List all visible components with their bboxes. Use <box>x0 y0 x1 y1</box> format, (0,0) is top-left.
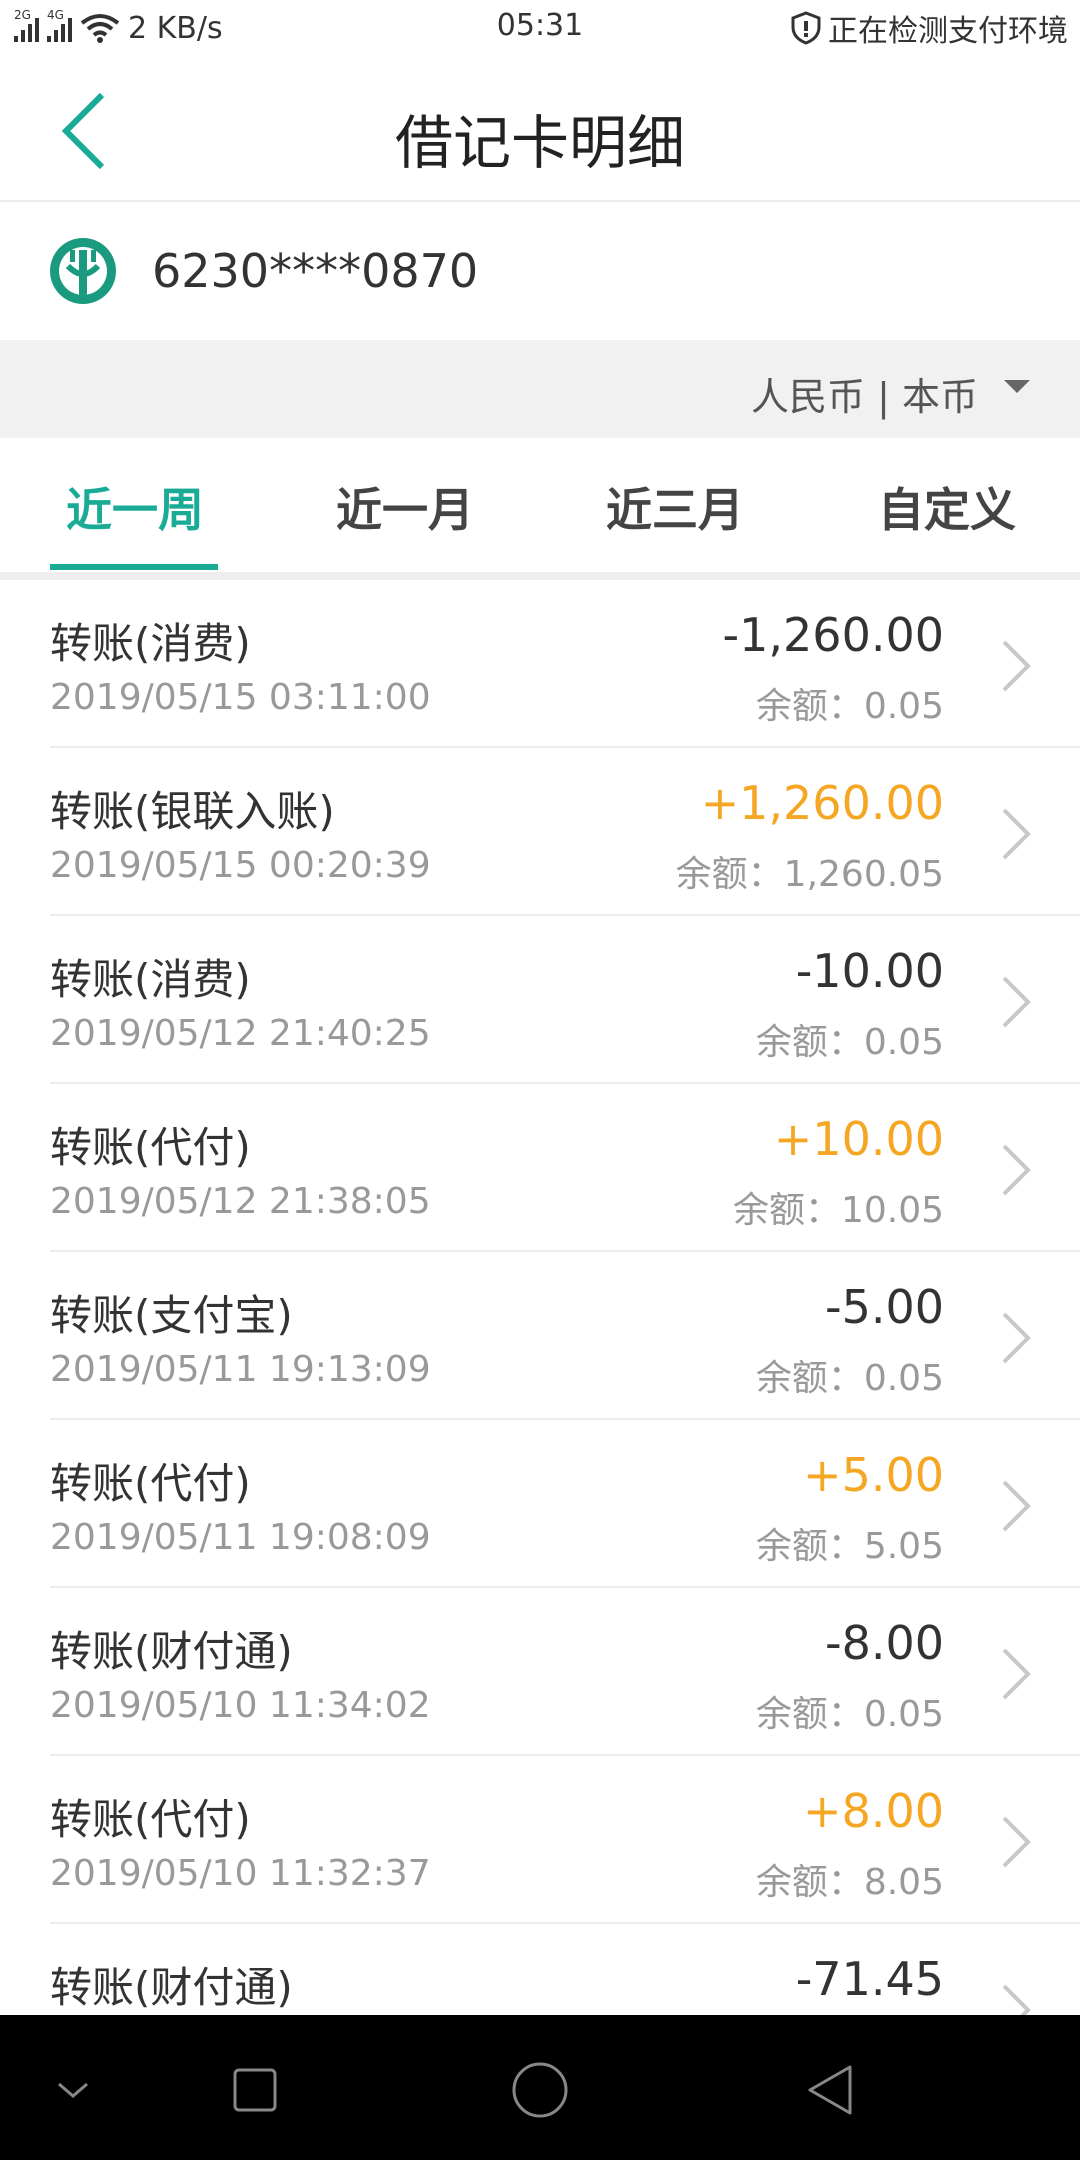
tab-indicator <box>50 564 218 570</box>
chevron-right-icon <box>1002 1480 1031 1532</box>
chevron-right-icon <box>1002 1648 1031 1700</box>
transaction-item[interactable]: 转账(消费) 2019/05/12 21:40:25 -10.00 余额：0.0… <box>0 916 1080 1084</box>
transaction-title: 转账(代付) <box>50 1459 251 1508</box>
chevron-right-icon <box>1002 1312 1031 1364</box>
transaction-amount: +10.00 <box>773 1112 944 1166</box>
transaction-date: 2019/05/15 00:20:39 <box>50 845 431 886</box>
transaction-balance: 余额：0.05 <box>755 1694 944 1735</box>
triangle-back-icon <box>808 2065 852 2115</box>
nav-back-button[interactable] <box>795 2055 865 2125</box>
card-info: 6230****0870 <box>0 204 1080 338</box>
transaction-title: 转账(财付通) <box>50 1963 293 2012</box>
currency-dropdown[interactable]: 人民币 | 本币 <box>751 366 1030 421</box>
nav-home-button[interactable] <box>505 2055 575 2125</box>
transaction-item[interactable]: 转账(财付通) -71.45 <box>0 1924 1080 2015</box>
abc-bank-logo <box>50 238 116 304</box>
transaction-date: 2019/05/15 03:11:00 <box>50 677 431 718</box>
tab-week[interactable]: 近一周 <box>66 474 204 540</box>
transaction-title: 转账(消费) <box>50 619 251 668</box>
transaction-date: 2019/05/11 19:13:09 <box>50 1349 431 1390</box>
chevron-right-icon <box>1002 808 1031 860</box>
transaction-item[interactable]: 转账(消费) 2019/05/15 03:11:00 -1,260.00 余额：… <box>0 580 1080 748</box>
transaction-title: 转账(消费) <box>50 955 251 1004</box>
transaction-amount: -1,260.00 <box>722 608 944 662</box>
status-bar: 2G 4G 2 KB/s 05:31 正在检测支付环境 <box>0 0 1080 56</box>
transaction-balance: 余额：5.05 <box>755 1526 944 1567</box>
card-number: 6230****0870 <box>152 244 479 298</box>
transaction-date: 2019/05/10 11:34:02 <box>50 1685 431 1726</box>
chevron-down-icon <box>58 2082 88 2098</box>
page-title: 借记卡明细 <box>394 109 685 177</box>
transaction-amount: -5.00 <box>824 1280 944 1334</box>
chevron-right-icon <box>1002 640 1031 692</box>
transaction-title: 转账(财付通) <box>50 1627 293 1676</box>
transaction-list[interactable]: 转账(消费) 2019/05/15 03:11:00 -1,260.00 余额：… <box>0 580 1080 2015</box>
system-navbar <box>0 2015 1080 2160</box>
transaction-date: 2019/05/11 19:08:09 <box>50 1517 431 1558</box>
transaction-item[interactable]: 转账(银联入账) 2019/05/15 00:20:39 +1,260.00 余… <box>0 748 1080 916</box>
transaction-item[interactable]: 转账(支付宝) 2019/05/11 19:13:09 -5.00 余额：0.0… <box>0 1252 1080 1420</box>
period-tabs: 近一周 近一月 近三月 自定义 <box>0 438 1080 572</box>
chevron-right-icon <box>1002 1144 1031 1196</box>
transaction-amount: -10.00 <box>795 944 944 998</box>
transaction-balance: 余额：0.05 <box>755 1022 944 1063</box>
transaction-item[interactable]: 转账(代付) 2019/05/12 21:38:05 +10.00 余额：10.… <box>0 1084 1080 1252</box>
transaction-item[interactable]: 转账(代付) 2019/05/10 11:32:37 +8.00 余额：8.05 <box>0 1756 1080 1924</box>
circle-icon <box>512 2062 568 2118</box>
square-icon <box>233 2068 277 2112</box>
transaction-amount: +8.00 <box>803 1784 944 1838</box>
chevron-right-icon <box>1002 1984 1031 2015</box>
transaction-date: 2019/05/12 21:40:25 <box>50 1013 431 1054</box>
currency-bar: 人民币 | 本币 <box>0 340 1080 438</box>
shield-icon <box>791 11 821 45</box>
transaction-amount: -8.00 <box>824 1616 944 1670</box>
transaction-item[interactable]: 转账(代付) 2019/05/11 19:08:09 +5.00 余额：5.05 <box>0 1420 1080 1588</box>
transaction-title: 转账(支付宝) <box>50 1291 293 1340</box>
currency-label: 人民币 | 本币 <box>751 375 978 419</box>
nav-recents-button[interactable] <box>220 2055 290 2125</box>
transaction-item[interactable]: 转账(财付通) 2019/05/10 11:34:02 -8.00 余额：0.0… <box>0 1588 1080 1756</box>
transaction-title: 转账(银联入账) <box>50 787 335 836</box>
transaction-balance: 余额：8.05 <box>755 1862 944 1903</box>
security-text: 正在检测支付环境 <box>828 14 1068 49</box>
app-header: 借记卡明细 <box>0 56 1080 202</box>
transaction-date: 2019/05/12 21:38:05 <box>50 1181 431 1222</box>
transaction-balance: 余额：1,260.05 <box>675 854 944 895</box>
tabs-separator <box>0 572 1080 580</box>
transaction-balance: 余额：0.05 <box>755 1358 944 1399</box>
chevron-right-icon <box>1002 976 1031 1028</box>
transaction-amount: -71.45 <box>795 1952 944 2006</box>
security-status: 正在检测支付环境 <box>790 8 1068 49</box>
caret-down-icon <box>1004 380 1030 393</box>
transaction-amount: +1,260.00 <box>700 776 944 830</box>
nav-hide-button[interactable] <box>38 2055 108 2125</box>
transaction-amount: +5.00 <box>803 1448 944 1502</box>
transaction-date: 2019/05/10 11:32:37 <box>50 1853 431 1894</box>
chevron-right-icon <box>1002 1816 1031 1868</box>
tab-three-months[interactable]: 近三月 <box>606 474 744 540</box>
tab-month[interactable]: 近一月 <box>336 474 474 540</box>
transaction-title: 转账(代付) <box>50 1795 251 1844</box>
transaction-balance: 余额：10.05 <box>732 1190 944 1231</box>
transaction-title: 转账(代付) <box>50 1123 251 1172</box>
transaction-balance: 余额：0.05 <box>755 686 944 727</box>
tab-custom[interactable]: 自定义 <box>878 474 1016 540</box>
